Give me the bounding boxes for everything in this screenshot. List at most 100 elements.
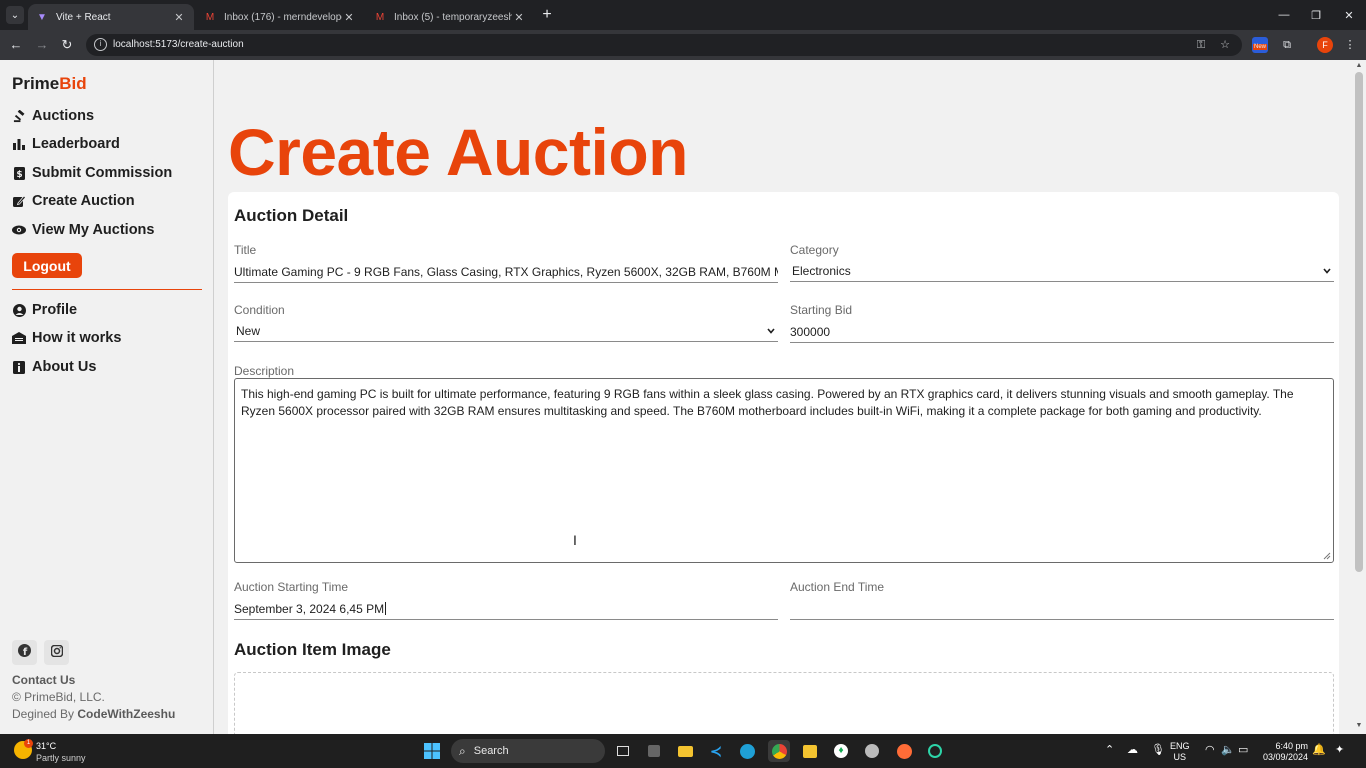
vscode-icon[interactable]: ≺ xyxy=(705,740,727,762)
nav-label: View My Auctions xyxy=(32,222,155,238)
close-icon[interactable]: ✕ xyxy=(512,11,526,24)
starting-bid-label: Starting Bid xyxy=(790,303,853,317)
page-scrollbar[interactable]: ▲ ▼ xyxy=(1352,60,1366,734)
tab-inbox-1[interactable]: M Inbox (176) - merndeveloper4@ ✕ xyxy=(196,4,364,30)
new-tab-button[interactable]: + xyxy=(538,6,556,24)
credit-name[interactable]: CodeWithZeeshu xyxy=(77,707,175,721)
back-button[interactable]: ← xyxy=(6,36,26,54)
search-icon: ⌕ xyxy=(459,743,466,758)
reload-button[interactable]: ↻ xyxy=(57,36,77,54)
facebook-link[interactable]: f xyxy=(12,640,37,665)
contact-us-link[interactable]: Contact Us xyxy=(12,673,75,687)
starting-bid-input[interactable]: 300000 xyxy=(790,321,1334,343)
extension-new-icon[interactable]: New xyxy=(1252,37,1268,53)
nav-about-us[interactable]: About Us xyxy=(12,359,96,375)
start-time-input[interactable]: September 3, 2024 6,45 PM xyxy=(234,598,778,620)
microphone-icon[interactable]: 🎙 xyxy=(1151,743,1165,756)
tray-chevron-up-icon[interactable]: ⌃ xyxy=(1105,743,1114,756)
profile-avatar[interactable]: F xyxy=(1317,37,1333,53)
file-explorer-icon[interactable] xyxy=(674,740,696,762)
extensions-icon[interactable]: ⧉ xyxy=(1279,37,1295,53)
nav-submit-commission[interactable]: $ Submit Commission xyxy=(12,165,172,181)
logo[interactable]: PrimeBid xyxy=(12,74,87,94)
scroll-up-icon[interactable]: ▲ xyxy=(1355,62,1363,69)
tab-vite-react[interactable]: ▼ Vite + React ✕ xyxy=(28,4,194,30)
resize-handle-icon[interactable] xyxy=(1323,552,1331,560)
volume-icon[interactable]: 🔈 xyxy=(1221,743,1235,756)
close-icon[interactable]: ✕ xyxy=(342,11,356,24)
receipt-icon: $ xyxy=(12,166,26,180)
battery-icon[interactable]: ▭ xyxy=(1238,743,1248,756)
nav-label: Submit Commission xyxy=(32,165,173,181)
language-indicator[interactable]: ENG US xyxy=(1170,741,1190,763)
mongodb-icon[interactable]: ♦ xyxy=(830,740,852,762)
tab-inbox-2[interactable]: M Inbox (5) - temporaryzeeshan2@ ✕ xyxy=(366,4,534,30)
gmail-icon: M xyxy=(205,11,215,23)
title-input[interactable]: Ultimate Gaming PC - 9 RGB Fans, Glass C… xyxy=(234,261,778,283)
edge-icon[interactable] xyxy=(736,740,758,762)
svg-text:$: $ xyxy=(16,170,22,180)
category-label: Category xyxy=(790,243,839,257)
github-desktop-icon[interactable] xyxy=(861,740,883,762)
svg-text:f: f xyxy=(23,647,28,657)
password-key-icon[interactable]: ⚿ xyxy=(1194,39,1208,51)
eye-icon xyxy=(12,223,26,237)
start-time-label: Auction Starting Time xyxy=(234,580,349,594)
forward-button[interactable]: → xyxy=(32,36,52,54)
app-icon[interactable] xyxy=(924,740,946,762)
end-time-input[interactable] xyxy=(790,598,1334,620)
nav-how-it-works[interactable]: How it works xyxy=(12,330,121,346)
notifications-bell-icon[interactable]: 🔔 xyxy=(1312,743,1326,756)
text-cursor-icon: I xyxy=(573,532,577,548)
postman-icon[interactable] xyxy=(893,740,915,762)
vite-icon: ▼ xyxy=(37,11,47,23)
category-select[interactable]: Electronics xyxy=(790,260,1334,282)
gavel-icon xyxy=(12,109,26,123)
logout-button[interactable]: Logout xyxy=(12,253,82,278)
chrome-icon[interactable] xyxy=(768,740,790,762)
wifi-icon[interactable]: ◠ xyxy=(1205,743,1215,756)
ms-store-icon[interactable] xyxy=(799,740,821,762)
nav-label: Leaderboard xyxy=(32,136,120,152)
category-value: Electronics xyxy=(792,263,851,278)
tab-search-button[interactable]: ⌄ xyxy=(6,6,24,24)
facebook-icon: f xyxy=(18,643,31,662)
sidebar: PrimeBid Auctions Leaderboard $ Submit C… xyxy=(0,60,214,734)
restore-button[interactable]: ❐ xyxy=(1299,0,1333,30)
nav-auctions[interactable]: Auctions xyxy=(12,108,94,124)
user-circle-icon xyxy=(12,303,26,317)
minimize-button[interactable]: — xyxy=(1267,0,1301,30)
close-icon[interactable]: ✕ xyxy=(172,11,186,24)
windows-start-icon[interactable] xyxy=(421,740,443,762)
nav-leaderboard[interactable]: Leaderboard xyxy=(12,136,120,152)
star-icon[interactable]: ☆ xyxy=(1218,39,1232,51)
menu-kebab-icon[interactable]: ⋮ xyxy=(1342,37,1358,53)
clock[interactable]: 6:40 pm 03/09/2024 xyxy=(1258,741,1308,763)
close-window-button[interactable]: ✕ xyxy=(1332,0,1366,30)
browser-toolbar: ← → ↻ i localhost:5173/create-auction ⚿ … xyxy=(0,30,1366,60)
nav-view-my-auctions[interactable]: View My Auctions xyxy=(12,222,154,238)
site-info-icon[interactable]: i xyxy=(94,38,107,51)
weather-temp[interactable]: 31°C xyxy=(36,741,56,751)
scrollbar-thumb[interactable] xyxy=(1355,72,1363,572)
weather-condition[interactable]: Partly sunny xyxy=(36,753,86,763)
copilot-icon[interactable]: ✦ xyxy=(1335,743,1344,756)
description-label: Description xyxy=(234,364,295,378)
address-bar[interactable]: i localhost:5173/create-auction ⚿ ☆ xyxy=(86,34,1242,56)
nav-profile[interactable]: Profile xyxy=(12,302,77,318)
clock-date: 03/09/2024 xyxy=(1262,752,1308,762)
onedrive-icon[interactable]: ☁ xyxy=(1127,743,1138,756)
chevron-down-icon xyxy=(764,326,778,336)
instagram-link[interactable] xyxy=(44,640,69,665)
widgets-icon[interactable] xyxy=(643,740,665,762)
chevron-down-icon: ⌄ xyxy=(10,9,20,21)
sidebar-divider xyxy=(12,289,202,290)
scroll-down-icon[interactable]: ▼ xyxy=(1355,722,1363,729)
task-view-icon[interactable] xyxy=(612,740,634,762)
description-textarea[interactable]: This high-end gaming PC is built for ult… xyxy=(234,378,1334,563)
condition-select[interactable]: New xyxy=(234,320,778,342)
credit-text: Degined By CodeWithZeeshu xyxy=(12,707,175,721)
nav-create-auction[interactable]: Create Auction xyxy=(12,193,135,209)
tab-title: Inbox (5) - temporaryzeeshan2@ xyxy=(394,11,512,23)
taskbar-search[interactable]: ⌕ Search xyxy=(451,739,605,763)
